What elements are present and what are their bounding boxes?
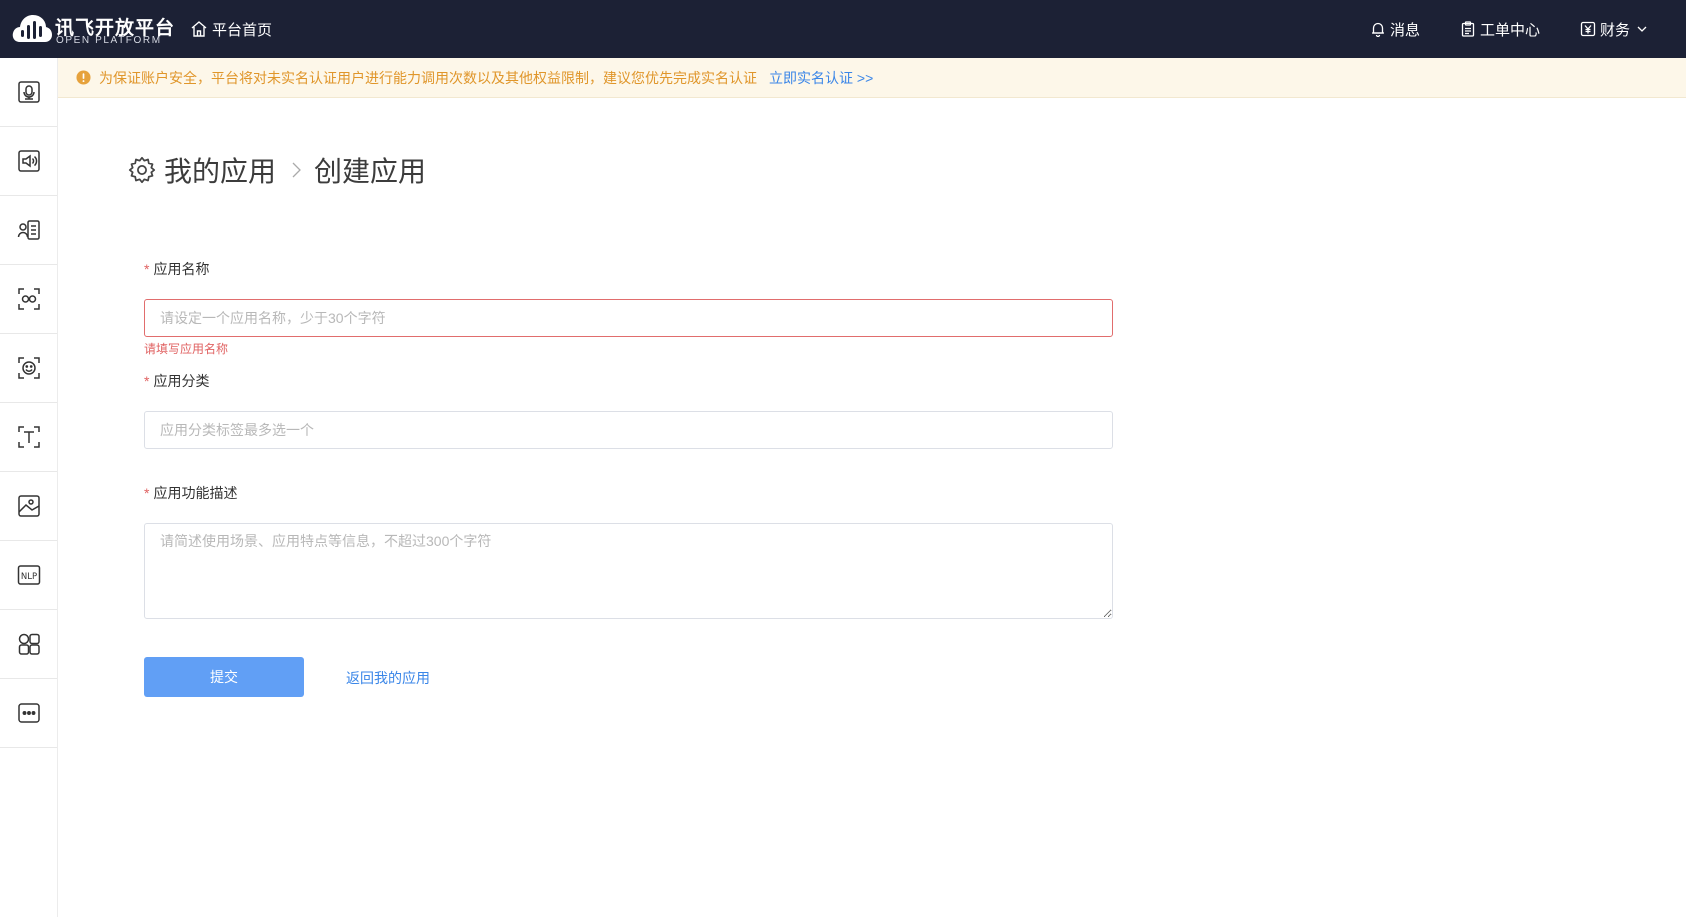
image-icon [17,495,40,517]
verification-notice: 为保证账户安全，平台将对未实名认证用户进行能力调用次数以及其他权益限制，建议您优… [58,58,1686,98]
verify-now-link[interactable]: 立即实名认证 >> [769,68,873,88]
notice-text: 为保证账户安全，平台将对未实名认证用户进行能力调用次数以及其他权益限制，建议您优… [99,69,757,86]
breadcrumb-create-app: 创建应用 [314,156,427,187]
platform-logo[interactable]: 讯飞开放平台 OPEN PLATFORM [12,12,174,46]
warning-icon [76,70,91,85]
finance-dropdown[interactable]: 财务 [1580,19,1648,40]
nav-home-link[interactable]: 平台首页 [190,18,272,40]
messages-label: 消息 [1389,21,1420,39]
app-name-error: 请填写应用名称 [144,342,229,356]
clipboard-icon [1461,21,1475,37]
sidebar-item-voice-assistant[interactable] [0,58,57,127]
top-right-menu: 消息 工单中心 财务 [1370,18,1686,40]
more-icon [17,703,40,723]
text-recognition-icon [17,426,40,448]
sidebar-item-nlp[interactable]: NLP [0,541,57,610]
app-category-label: * 应用分类 [144,373,210,389]
sidebar-item-apps[interactable] [0,610,57,679]
sidebar-item-audio[interactable] [0,127,57,196]
brand-name-en: OPEN PLATFORM [56,35,162,46]
sidebar-item-more[interactable] [0,679,57,748]
chevron-down-icon [1637,26,1647,32]
sidebar-item-image[interactable] [0,472,57,541]
home-icon [191,21,207,37]
app-description-label: * 应用功能描述 [144,485,238,501]
app-category-input[interactable] [144,411,1113,449]
voice-document-icon [17,220,40,240]
back-to-my-apps-link[interactable]: 返回我的应用 [346,668,430,688]
sidebar-item-face-scan[interactable] [0,265,57,334]
face-scan-icon [17,288,40,310]
messages-button[interactable]: 消息 [1370,19,1420,40]
ticket-center-label: 工单中心 [1479,21,1540,39]
sidebar-item-text-recognition[interactable] [0,403,57,472]
app-description-textarea[interactable] [144,523,1113,619]
breadcrumb: 我的应用 创建应用 [128,150,426,190]
svg-text:NLP: NLP [20,572,36,582]
gear-icon [128,156,156,184]
sidebar-item-voice-document[interactable] [0,196,57,265]
sidebar: NLP [0,58,58,917]
breadcrumb-my-apps[interactable]: 我的应用 [164,150,276,190]
face-smile-icon [17,357,40,379]
finance-label: 财务 [1599,21,1630,39]
voice-assistant-icon [17,81,40,103]
app-name-label: * 应用名称 [144,261,210,277]
nav-home-label: 平台首页 [212,21,273,39]
yen-icon [1580,21,1596,37]
bell-icon [1371,22,1384,37]
audio-speaker-icon [17,150,40,172]
nlp-icon: NLP [17,565,40,585]
ticket-center-button[interactable]: 工单中心 [1460,19,1540,40]
app-name-input[interactable] [144,299,1113,337]
sidebar-item-face-recognition[interactable] [0,334,57,403]
chevron-right-icon [292,162,301,178]
apps-grid-icon [18,633,40,655]
top-bar: 讯飞开放平台 OPEN PLATFORM 平台首页 消息 工单中心 财务 [0,0,1686,58]
submit-button[interactable]: 提交 [144,657,304,697]
logo-cloud-icon [12,15,52,42]
